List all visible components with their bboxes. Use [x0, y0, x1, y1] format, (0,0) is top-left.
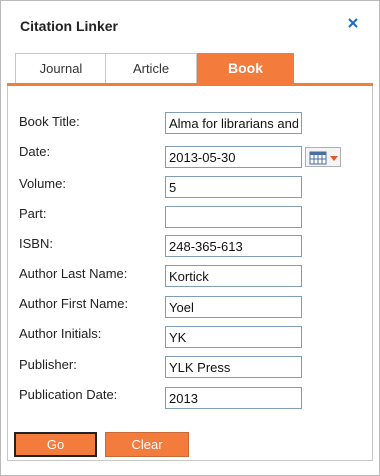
- volume-input[interactable]: [165, 176, 302, 198]
- part-input[interactable]: [165, 206, 302, 228]
- date-input[interactable]: [165, 146, 302, 168]
- book-title-label: Book Title:: [19, 114, 80, 129]
- date-label: Date:: [19, 144, 51, 159]
- publication-date-input[interactable]: [165, 387, 302, 409]
- book-title-input[interactable]: [165, 112, 302, 134]
- publication-date-label: Publication Date:: [19, 387, 118, 402]
- close-icon: [348, 18, 358, 28]
- author-first-name-label: Author First Name:: [19, 296, 129, 311]
- go-button[interactable]: Go: [14, 432, 97, 457]
- chevron-down-icon: [330, 156, 338, 161]
- part-label: Part:: [19, 206, 47, 221]
- tab-article[interactable]: Article: [105, 53, 197, 83]
- isbn-label: ISBN:: [19, 236, 53, 251]
- isbn-input[interactable]: [165, 235, 302, 257]
- tab-book[interactable]: Book: [197, 53, 294, 83]
- calendar-icon: [309, 151, 327, 165]
- citation-linker-dialog: Citation Linker Journal Article Book Boo…: [0, 0, 380, 476]
- dialog-title: Citation Linker: [20, 18, 119, 34]
- close-button[interactable]: [345, 15, 361, 31]
- date-picker-button[interactable]: [305, 147, 341, 167]
- tab-journal[interactable]: Journal: [15, 53, 107, 83]
- volume-label: Volume:: [19, 176, 66, 191]
- clear-button[interactable]: Clear: [105, 432, 189, 457]
- publisher-label: Publisher:: [19, 357, 77, 372]
- author-initials-label: Author Initials:: [19, 326, 102, 341]
- author-last-name-input[interactable]: [165, 265, 302, 287]
- author-last-name-label: Author Last Name:: [19, 266, 128, 281]
- tab-bar: Journal Article Book: [7, 51, 373, 83]
- publisher-input[interactable]: [165, 356, 302, 378]
- author-first-name-input[interactable]: [165, 296, 302, 318]
- author-initials-input[interactable]: [165, 326, 302, 348]
